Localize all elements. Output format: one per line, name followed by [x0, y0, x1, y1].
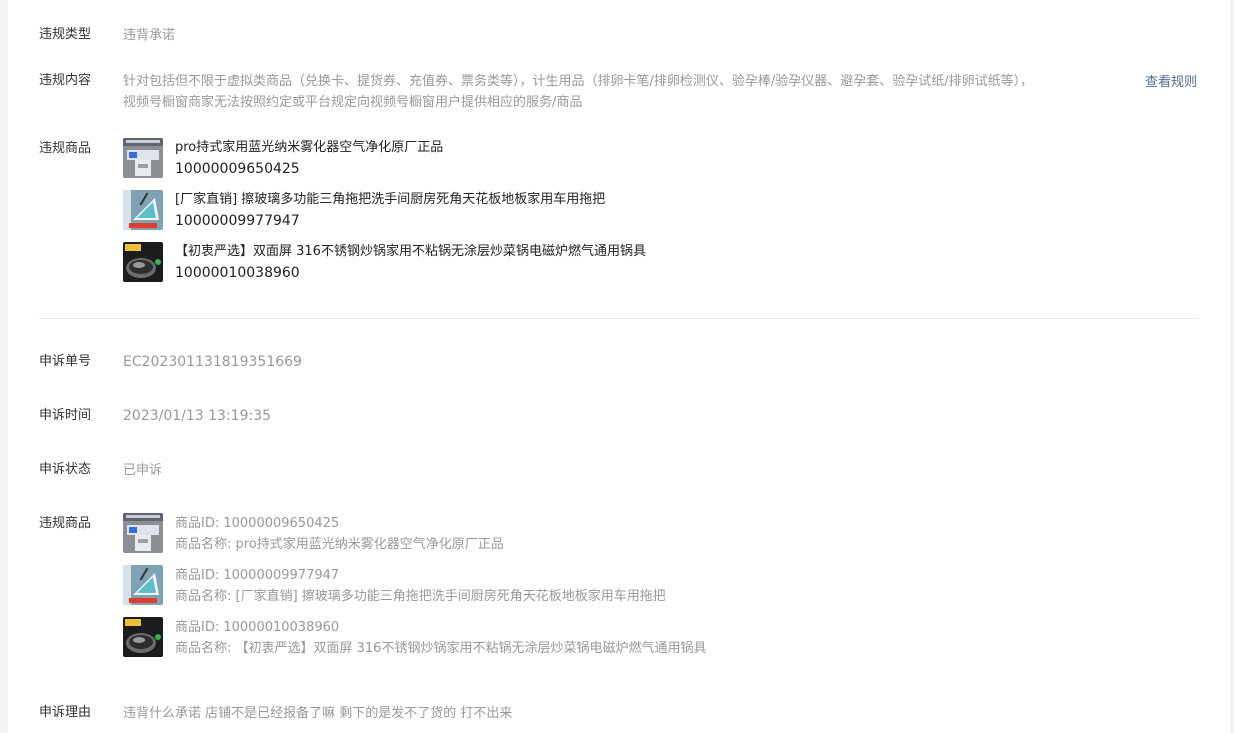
appeal-products-label: 违规商品 — [39, 516, 92, 531]
appeal-number-label: 申诉单号 — [39, 354, 92, 369]
violation-products-label: 违规商品 — [39, 141, 92, 156]
violation-product-name: pro持式家用蓝光纳米雾化器空气净化原厂正品 — [175, 140, 444, 155]
violation-product-id: 10000009977947 — [175, 213, 300, 229]
triangle-mop-thumb-icon — [123, 565, 163, 605]
appeal-product-id: 商品ID: 10000009977947 — [175, 568, 340, 583]
appeal-product-item[interactable]: 商品ID: 10000009977947 商品名称: [厂家直销] 擦玻璃多功能… — [123, 565, 1023, 607]
violation-product-item[interactable]: [厂家直销] 擦玻璃多功能三角拖把洗手间厨房死角天花板地板家用车用拖把 1000… — [123, 190, 1023, 232]
violation-content-line-2: 视频号橱窗商家无法按照约定或平台规定向视频号橱窗用户提供相应的服务/商品 — [123, 95, 583, 110]
appeal-product-name: 商品名称: pro持式家用蓝光纳米雾化器空气净化原厂正品 — [175, 537, 504, 552]
violation-product-item[interactable]: pro持式家用蓝光纳米雾化器空气净化原厂正品 10000009650425 — [123, 138, 1023, 180]
violation-content-line-1: 针对包括但不限于虚拟类商品（兑换卡、提货券、充值券、票务类等），计生用品（排卵卡… — [123, 74, 1034, 89]
violation-detail-panel: 违规类型 违背承诺 违规内容 针对包括但不限于虚拟类商品（兑换卡、提货券、充值券… — [8, 0, 1230, 733]
appeal-product-name: 商品名称: 【初衷严选】双面屏 316不锈钢炒锅家用不粘锅无涂层炒菜锅电磁炉燃气… — [175, 641, 707, 656]
appeal-product-item[interactable]: 商品ID: 10000009650425 商品名称: pro持式家用蓝光纳米雾化… — [123, 513, 1023, 555]
appeal-time-value: 2023/01/13 13:19:35 — [123, 408, 272, 424]
triangle-mop-thumb-icon — [123, 190, 163, 230]
violation-product-name: 【初衷严选】双面屏 316不锈钢炒锅家用不粘锅无涂层炒菜锅电磁炉燃气通用锅具 — [175, 244, 646, 259]
view-rules-link[interactable]: 查看规则 — [1145, 72, 1197, 93]
appeal-reason-value: 违背什么承诺 店铺不是已经报备了嘛 剩下的是发不了货的 打不出来 — [123, 706, 513, 721]
appeal-product-id: 商品ID: 10000009650425 — [175, 516, 340, 531]
violation-type-value: 违背承诺 — [123, 28, 176, 43]
appeal-reason-label: 申诉理由 — [39, 705, 92, 720]
violation-product-id: 10000009650425 — [175, 161, 300, 177]
appeal-product-id: 商品ID: 10000010038960 — [175, 620, 340, 635]
violation-product-id: 10000010038960 — [175, 265, 300, 281]
appeal-status-value: 已申诉 — [123, 463, 163, 478]
violation-product-item[interactable]: 【初衷严选】双面屏 316不锈钢炒锅家用不粘锅无涂层炒菜锅电磁炉燃气通用锅具 1… — [123, 242, 1023, 284]
appeal-product-item[interactable]: 商品ID: 10000010038960 商品名称: 【初衷严选】双面屏 316… — [123, 617, 1023, 659]
wok-thumb-icon — [123, 617, 163, 657]
section-divider — [39, 318, 1199, 319]
violation-type-label: 违规类型 — [39, 27, 92, 42]
appeal-number-value: EC202301131819351669 — [123, 354, 302, 370]
violation-content-text: 针对包括但不限于虚拟类商品（兑换卡、提货券、充值券、票务类等），计生用品（排卵卡… — [123, 71, 1123, 113]
appeal-status-label: 申诉状态 — [39, 462, 92, 477]
violation-content-label: 违规内容 — [39, 73, 92, 88]
air-purifier-thumb-icon — [123, 513, 163, 553]
wok-thumb-icon — [123, 242, 163, 282]
appeal-time-label: 申诉时间 — [39, 408, 92, 423]
air-purifier-thumb-icon — [123, 138, 163, 178]
appeal-product-name: 商品名称: [厂家直销] 擦玻璃多功能三角拖把洗手间厨房死角天花板地板家用车用拖… — [175, 589, 666, 604]
violation-product-name: [厂家直销] 擦玻璃多功能三角拖把洗手间厨房死角天花板地板家用车用拖把 — [175, 192, 606, 207]
